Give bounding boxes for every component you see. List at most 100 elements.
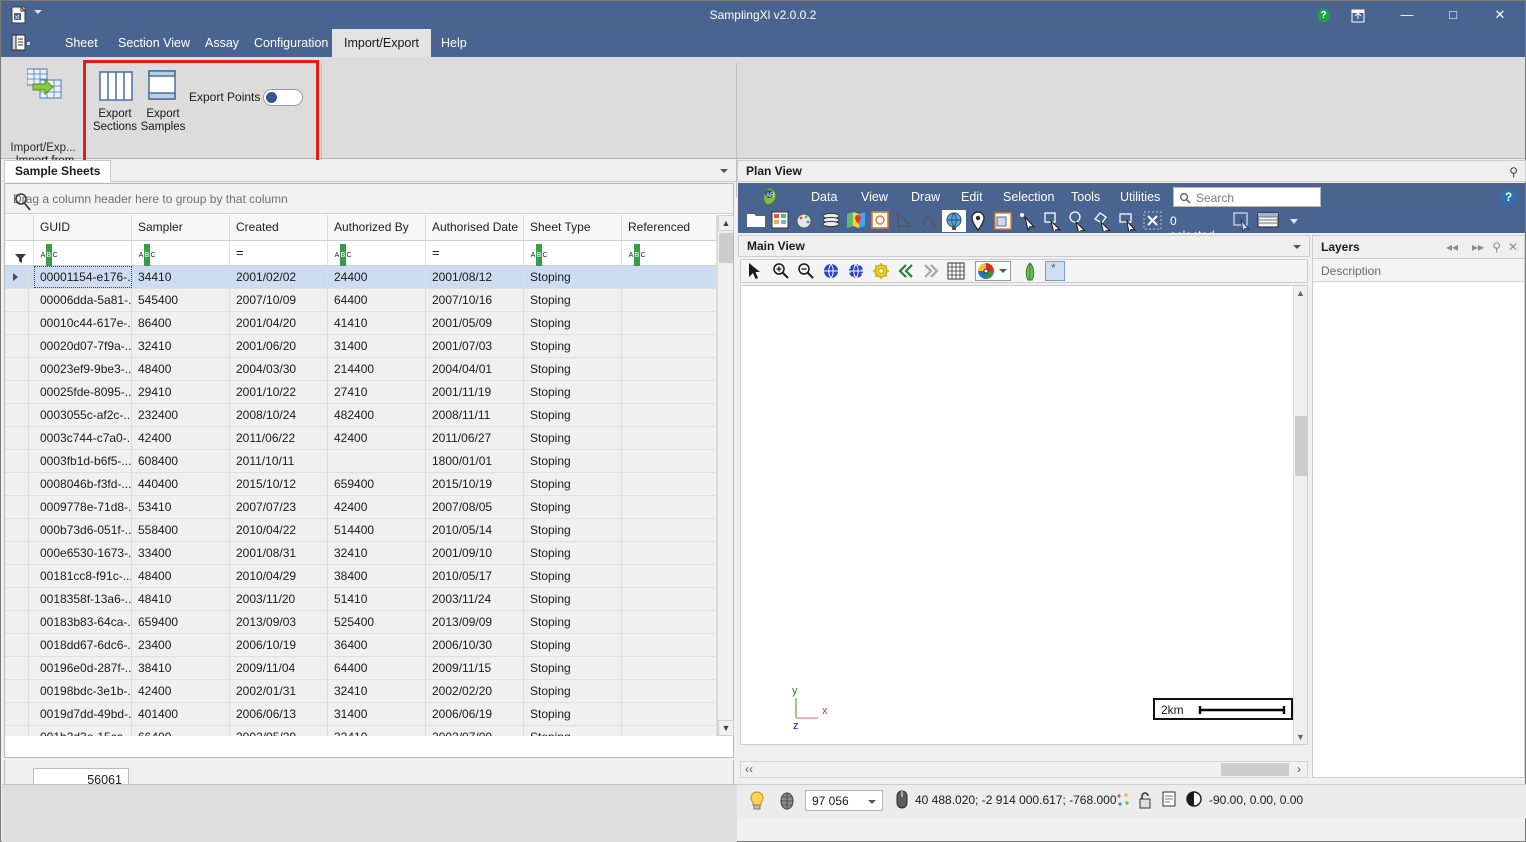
menu-data[interactable]: Data <box>803 186 845 208</box>
cell-authorized-by[interactable]: 27410 <box>328 381 426 403</box>
cell-created[interactable]: 2013/09/03 <box>230 611 328 633</box>
clear-selection-icon[interactable] <box>1143 211 1165 231</box>
cell-referenced-pegs[interactable] <box>622 542 717 564</box>
leaf-icon[interactable]: AR <box>758 186 780 211</box>
cell-sheet-type[interactable]: Stoping <box>524 496 622 518</box>
cell-authorized-by[interactable]: 32410 <box>328 680 426 702</box>
help-icon[interactable]: ? <box>1500 189 1517 206</box>
cell-authorised-date[interactable]: 2003/11/24 <box>426 588 524 610</box>
cell-created[interactable]: 2002/01/31 <box>230 680 328 702</box>
cell-created[interactable]: 2007/10/09 <box>230 289 328 311</box>
table-row[interactable]: 000b73d6-051f-...5584002010/04/225144002… <box>5 519 717 542</box>
cell-created[interactable]: 2006/06/13 <box>230 703 328 725</box>
zoom-window-icon[interactable] <box>847 262 865 282</box>
column-header-created[interactable]: Created <box>230 215 328 240</box>
cell-created[interactable]: 2004/03/30 <box>230 358 328 380</box>
zoom-extents-icon[interactable] <box>822 262 840 282</box>
maximize-button[interactable]: □ <box>1430 1 1476 29</box>
cell-guid[interactable]: 00181cc8-f91c-... <box>34 565 132 587</box>
table-row[interactable]: 0018dd67-6dc6-...234002006/10/1936400200… <box>5 634 717 657</box>
cell-sheet-type[interactable]: Stoping <box>524 611 622 633</box>
close-icon[interactable]: ✕ <box>1508 240 1518 254</box>
dropdown-caret-icon[interactable] <box>1290 219 1298 224</box>
cell-sheet-type[interactable]: Stoping <box>524 473 622 495</box>
pin-icon[interactable]: ⚲ <box>1492 240 1501 254</box>
menu-selection[interactable]: Selection <box>995 186 1062 208</box>
cell-authorised-date[interactable]: 2001/09/10 <box>426 542 524 564</box>
cell-sampler[interactable]: 232400 <box>132 404 230 426</box>
table-row[interactable]: 0018358f-13a6-...484102003/11/2051410200… <box>5 588 717 611</box>
column-header-referenced-pegs[interactable]: Referenced Pegs <box>622 215 717 240</box>
scroll-down-icon[interactable]: ▼ <box>718 720 734 736</box>
scroll-up-icon[interactable]: ▲ <box>1296 288 1305 298</box>
cell-referenced-pegs[interactable] <box>622 611 717 633</box>
cell-sampler[interactable]: 53410 <box>132 496 230 518</box>
scroll-up-icon[interactable]: ▲ <box>718 215 734 231</box>
cell-authorised-date[interactable]: 2011/06/27 <box>426 427 524 449</box>
chevron-down-icon[interactable] <box>1293 245 1301 249</box>
cell-created[interactable]: 2001/10/22 <box>230 381 328 403</box>
row-indicator[interactable] <box>5 657 29 679</box>
cell-sheet-type[interactable]: Stoping <box>524 358 622 380</box>
note-icon[interactable] <box>1161 790 1177 813</box>
cell-authorized-by[interactable]: 514400 <box>328 519 426 541</box>
cell-created[interactable]: 2010/04/29 <box>230 565 328 587</box>
table-row[interactable]: 00183b83-64ca-...6594002013/09/035254002… <box>5 611 717 634</box>
cell-referenced-pegs[interactable] <box>622 703 717 725</box>
cell-sheet-type[interactable]: Stoping <box>524 404 622 426</box>
select-point-icon[interactable] <box>1018 211 1040 231</box>
cell-guid[interactable]: 00010c44-617e-... <box>34 312 132 334</box>
cell-guid[interactable]: 0018dd67-6dc6-... <box>34 634 132 656</box>
palette-icon[interactable] <box>796 211 818 231</box>
scrollbar-thumb[interactable] <box>1221 763 1289 776</box>
cell-created[interactable]: 2001/06/20 <box>230 335 328 357</box>
cell-referenced-pegs[interactable] <box>622 634 717 656</box>
cell-authorised-date[interactable]: 2004/04/01 <box>426 358 524 380</box>
plan-view-search[interactable]: Search <box>1173 187 1321 207</box>
cell-sheet-type[interactable]: Stoping <box>524 542 622 564</box>
cell-authorized-by[interactable] <box>328 450 426 472</box>
cell-sampler[interactable]: 34410 <box>132 266 230 288</box>
cell-created[interactable]: 2006/10/19 <box>230 634 328 656</box>
cell-guid[interactable]: 00025fde-8095-... <box>34 381 132 403</box>
zoom-in-icon[interactable] <box>772 262 790 282</box>
column-header-authorized-by[interactable]: Authorized By <box>328 215 426 240</box>
previous-icon[interactable] <box>897 262 915 282</box>
cell-created[interactable]: 2002/05/29 <box>230 726 328 736</box>
cell-authorized-by[interactable]: 51410 <box>328 588 426 610</box>
open-folder-icon[interactable] <box>746 211 768 231</box>
cell-authorised-date[interactable]: 2001/07/03 <box>426 335 524 357</box>
cell-sampler[interactable]: 42400 <box>132 680 230 702</box>
filter-created[interactable]: = <box>230 241 328 265</box>
lock-icon[interactable] <box>1137 790 1153 813</box>
row-indicator[interactable] <box>5 450 29 472</box>
color-picker-icon[interactable] <box>975 261 1011 281</box>
cell-guid[interactable]: 001b3d3e-15ca-... <box>34 726 132 736</box>
table-row[interactable]: 00010c44-617e-...864002001/04/2041410200… <box>5 312 717 335</box>
cell-sheet-type[interactable]: Stoping <box>524 703 622 725</box>
tab-sheet[interactable]: Sheet <box>53 29 110 57</box>
cell-referenced-pegs[interactable] <box>622 335 717 357</box>
table-row[interactable]: 0003fb1d-b6f5-...6084002011/10/111800/01… <box>5 450 717 473</box>
cell-sampler[interactable]: 38410 <box>132 657 230 679</box>
cell-authorised-date[interactable]: 2006/10/30 <box>426 634 524 656</box>
cell-referenced-pegs[interactable] <box>622 588 717 610</box>
cell-referenced-pegs[interactable] <box>622 726 717 736</box>
data-table-icon[interactable] <box>771 211 793 231</box>
cell-authorized-by[interactable]: 31400 <box>328 703 426 725</box>
minimize-button[interactable]: — <box>1384 1 1430 29</box>
cell-guid[interactable]: 00198bdc-3e1b-... <box>34 680 132 702</box>
cell-guid[interactable]: 00001154-e176-... <box>34 266 132 288</box>
column-header-sampler[interactable]: Sampler <box>132 215 230 240</box>
cell-referenced-pegs[interactable] <box>622 381 717 403</box>
menu-view[interactable]: View <box>853 186 896 208</box>
cell-sheet-type[interactable]: Stoping <box>524 726 622 736</box>
table-row[interactable]: 00198bdc-3e1b-...424002002/01/3132410200… <box>5 680 717 703</box>
cell-authorised-date[interactable]: 2006/06/19 <box>426 703 524 725</box>
select-circle-icon[interactable] <box>1068 211 1090 231</box>
cell-authorised-date[interactable]: 2015/10/19 <box>426 473 524 495</box>
table-row[interactable]: 0009778e-71d8-...534102007/07/2342400200… <box>5 496 717 519</box>
cell-authorized-by[interactable]: 36400 <box>328 634 426 656</box>
cell-authorized-by[interactable]: 659400 <box>328 473 426 495</box>
leaf-icon[interactable] <box>1023 262 1037 282</box>
